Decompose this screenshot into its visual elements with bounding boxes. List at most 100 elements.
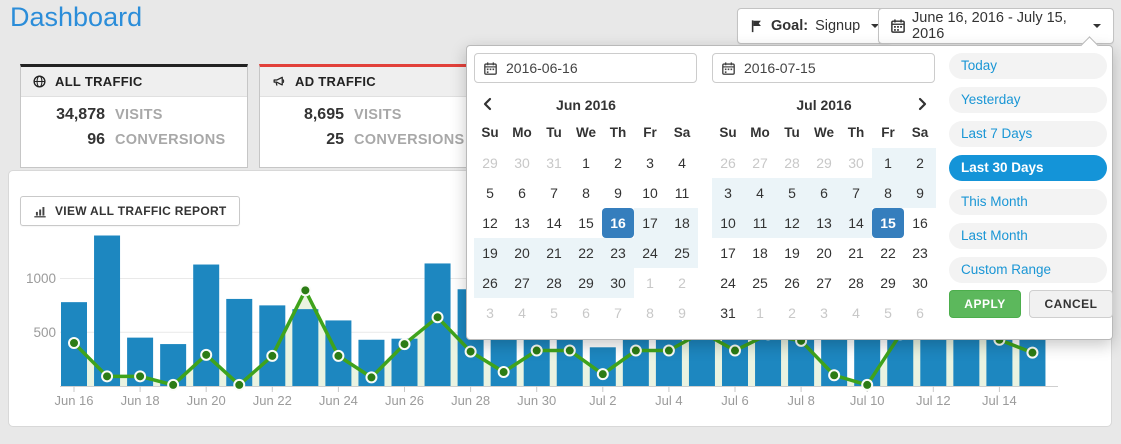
next-month-button[interactable] (918, 97, 928, 113)
calendar-day[interactable]: 29 (808, 148, 840, 178)
calendar-day[interactable]: 30 (904, 268, 936, 298)
prev-month-button[interactable] (482, 97, 492, 113)
calendar-day[interactable]: 5 (776, 178, 808, 208)
calendar-day[interactable]: 25 (744, 268, 776, 298)
calendar-day[interactable]: 24 (634, 238, 666, 268)
view-all-traffic-report-button[interactable]: VIEW ALL TRAFFIC REPORT (20, 196, 240, 226)
calendar-day[interactable]: 26 (776, 268, 808, 298)
calendar-day[interactable]: 6 (506, 178, 538, 208)
range-yesterday[interactable]: Yesterday (949, 87, 1107, 113)
range-last-month[interactable]: Last Month (949, 223, 1107, 249)
cancel-button[interactable]: CANCEL (1029, 290, 1113, 318)
calendar-day[interactable]: 27 (744, 148, 776, 178)
calendar-day[interactable]: 18 (744, 238, 776, 268)
calendar-day[interactable]: 28 (538, 268, 570, 298)
calendar-day[interactable]: 19 (776, 238, 808, 268)
calendar-day[interactable]: 10 (634, 178, 666, 208)
calendar-day[interactable]: 9 (602, 178, 634, 208)
range-last-30-days[interactable]: Last 30 Days (949, 155, 1107, 181)
calendar-day[interactable]: 6 (570, 298, 602, 328)
calendar-day[interactable]: 29 (474, 148, 506, 178)
calendar-day[interactable]: 5 (538, 298, 570, 328)
calendar-day[interactable]: 11 (666, 178, 698, 208)
calendar-day[interactable]: 31 (538, 148, 570, 178)
range-this-month[interactable]: This Month (949, 189, 1107, 215)
calendar-day[interactable]: 2 (666, 268, 698, 298)
calendar-day[interactable]: 8 (872, 178, 904, 208)
date-range-dropdown-button[interactable]: June 16, 2016 - July 15, 2016 (878, 8, 1114, 44)
calendar-day[interactable]: 17 (712, 238, 744, 268)
calendar-day[interactable]: 25 (666, 238, 698, 268)
calendar-day[interactable]: 3 (474, 298, 506, 328)
calendar-day[interactable]: 16 (904, 208, 936, 238)
calendar-day[interactable]: 12 (776, 208, 808, 238)
calendar-day[interactable]: 10 (712, 208, 744, 238)
calendar-day[interactable]: 14 (840, 208, 872, 238)
calendar-day[interactable]: 1 (634, 268, 666, 298)
calendar-day[interactable]: 21 (538, 238, 570, 268)
calendar-day[interactable]: 1 (744, 298, 776, 328)
calendar-day[interactable]: 12 (474, 208, 506, 238)
calendar-day[interactable]: 15 (570, 208, 602, 238)
calendar-day[interactable]: 7 (538, 178, 570, 208)
calendar-day[interactable]: 4 (506, 298, 538, 328)
calendar-day[interactable]: 8 (634, 298, 666, 328)
calendar-day[interactable]: 8 (570, 178, 602, 208)
calendar-day[interactable]: 2 (776, 298, 808, 328)
calendar-day[interactable]: 27 (808, 268, 840, 298)
calendar-day[interactable]: 26 (474, 268, 506, 298)
calendar-day[interactable]: 30 (840, 148, 872, 178)
range-today[interactable]: Today (949, 53, 1107, 79)
calendar-day[interactable]: 5 (474, 178, 506, 208)
calendar-day[interactable]: 11 (744, 208, 776, 238)
end-date-input[interactable] (742, 59, 925, 77)
calendar-day[interactable]: 4 (744, 178, 776, 208)
calendar-day[interactable]: 29 (570, 268, 602, 298)
start-date-input[interactable] (504, 59, 687, 77)
calendar-day[interactable]: 21 (840, 238, 872, 268)
calendar-day[interactable]: 2 (602, 148, 634, 178)
goal-dropdown-button[interactable]: Goal: Signup (737, 8, 892, 44)
calendar-day[interactable]: 1 (872, 148, 904, 178)
calendar-day[interactable]: 22 (872, 238, 904, 268)
calendar-day[interactable]: 4 (666, 148, 698, 178)
calendar-day[interactable]: 9 (666, 298, 698, 328)
calendar-day[interactable]: 7 (840, 178, 872, 208)
range-last-7-days[interactable]: Last 7 Days (949, 121, 1107, 147)
calendar-day[interactable]: 13 (506, 208, 538, 238)
calendar-day[interactable]: 24 (712, 268, 744, 298)
calendar-day[interactable]: 6 (904, 298, 936, 328)
calendar-day[interactable]: 9 (904, 178, 936, 208)
calendar-day[interactable]: 4 (840, 298, 872, 328)
calendar-day[interactable]: 20 (808, 238, 840, 268)
calendar-day[interactable]: 19 (474, 238, 506, 268)
calendar-day[interactable]: 15 (872, 208, 904, 238)
calendar-day[interactable]: 20 (506, 238, 538, 268)
calendar-day[interactable]: 30 (506, 148, 538, 178)
calendar-day[interactable]: 14 (538, 208, 570, 238)
calendar-day[interactable]: 2 (904, 148, 936, 178)
calendar-day[interactable]: 22 (570, 238, 602, 268)
calendar-day[interactable]: 23 (602, 238, 634, 268)
calendar-day[interactable]: 23 (904, 238, 936, 268)
apply-button[interactable]: APPLY (949, 290, 1021, 318)
calendar-day[interactable]: 3 (634, 148, 666, 178)
calendar-day[interactable]: 30 (602, 268, 634, 298)
calendar-day[interactable]: 5 (872, 298, 904, 328)
calendar-day[interactable]: 7 (602, 298, 634, 328)
calendar-day[interactable]: 29 (872, 268, 904, 298)
calendar-day[interactable]: 28 (776, 148, 808, 178)
calendar-day[interactable]: 13 (808, 208, 840, 238)
calendar-day[interactable]: 1 (570, 148, 602, 178)
calendar-day[interactable]: 3 (808, 298, 840, 328)
calendar-day[interactable]: 6 (808, 178, 840, 208)
calendar-day[interactable]: 26 (712, 148, 744, 178)
calendar-day[interactable]: 18 (666, 208, 698, 238)
calendar-day[interactable]: 28 (840, 268, 872, 298)
calendar-day[interactable]: 17 (634, 208, 666, 238)
range-custom-range[interactable]: Custom Range (949, 257, 1107, 283)
calendar-day[interactable]: 3 (712, 178, 744, 208)
calendar-day[interactable]: 27 (506, 268, 538, 298)
calendar-day[interactable]: 31 (712, 298, 744, 328)
calendar-day[interactable]: 16 (602, 208, 634, 238)
